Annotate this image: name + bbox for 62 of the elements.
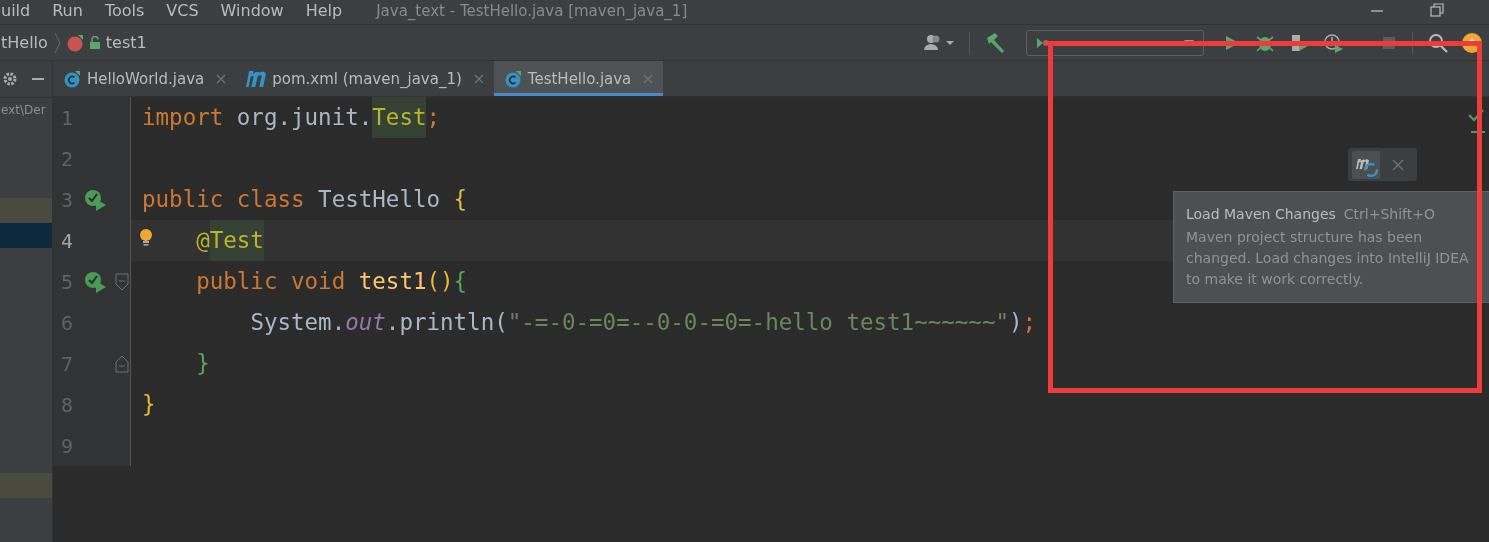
editor-tab[interactable]: TestHello.java	[493, 61, 664, 96]
code-token: }	[142, 390, 156, 419]
menu-item[interactable]: uild	[1, 0, 31, 22]
code-token: import	[142, 103, 225, 132]
code-token: Test	[209, 220, 264, 261]
tooltip-title: Load Maven Changes	[1186, 205, 1336, 224]
window-title: Java_text - TestHello.java [maven_java_1]	[376, 1, 688, 22]
code-token: @	[196, 226, 210, 255]
menu-item[interactable]: Window	[220, 0, 284, 22]
restore-icon[interactable]	[1429, 2, 1445, 18]
breadcrumb[interactable]: test1	[65, 33, 147, 52]
editor-tab[interactable]: HelloWorld.java	[53, 61, 237, 96]
users-icon[interactable]	[923, 32, 955, 53]
fold-icon[interactable]	[115, 272, 129, 291]
code-token: "-=-0-=0=--0-0-=0=-hello test1~~~~~~"	[507, 308, 1009, 337]
menu-item[interactable]: Tools	[104, 0, 145, 22]
code-token: out	[345, 308, 386, 337]
class-icon	[63, 69, 81, 88]
code-token: ;	[1022, 308, 1037, 337]
run-config-dropdown[interactable]	[1026, 29, 1204, 56]
editor-tab[interactable]: pom.xml (maven_java_1)	[236, 61, 494, 96]
shortcut-text: Ctrl+Shift+O	[1343, 205, 1436, 224]
tree-row[interactable]: ext\Der	[0, 98, 52, 123]
run-test-icon[interactable]	[84, 188, 108, 211]
menu-item[interactable]: Run	[52, 0, 83, 22]
line-number: 4	[59, 228, 73, 253]
code-token: org.junit.	[236, 103, 373, 132]
code-token: {	[453, 185, 468, 214]
lightbulb-icon[interactable]	[139, 228, 153, 248]
fold-icon[interactable]	[115, 354, 129, 373]
code-token: ()	[426, 267, 454, 296]
search-icon[interactable]	[1427, 31, 1449, 54]
code-token: }	[196, 349, 210, 378]
maven-icon	[246, 70, 267, 87]
code-token: public class	[142, 185, 306, 214]
code-token: public void	[196, 267, 347, 296]
breadcrumb[interactable]: tHello	[1, 33, 48, 52]
close-icon[interactable]	[216, 73, 227, 84]
load-maven-button[interactable]	[1352, 150, 1380, 179]
hammer-icon[interactable]	[984, 31, 1006, 54]
check-icon	[1467, 107, 1485, 135]
code-token: test1	[358, 267, 427, 296]
code-token: .println(	[385, 308, 508, 337]
chevron-icon	[53, 31, 62, 54]
method-icon	[65, 33, 84, 52]
code-token: TestHello	[318, 185, 442, 214]
close-icon[interactable]	[1392, 158, 1404, 171]
lock-icon	[87, 35, 102, 50]
menu-item[interactable]: VCS	[166, 0, 199, 22]
code-token: ;	[426, 103, 441, 132]
settings-icon[interactable]	[2, 71, 18, 87]
update-icon[interactable]	[1461, 31, 1483, 54]
tooltip-text: Maven project structure has been changed. Load changes into IntelliJ IDEA to make it work correctly.	[1186, 228, 1470, 289]
code-token: {	[453, 267, 468, 296]
code-token: )	[1009, 308, 1023, 337]
menu-item[interactable]: Help	[305, 0, 343, 22]
run-test-icon[interactable]	[84, 270, 108, 293]
close-icon[interactable]	[473, 73, 484, 84]
class-icon	[503, 69, 522, 88]
profiler-icon[interactable]	[1322, 31, 1344, 54]
code-token: System.	[250, 308, 346, 337]
code-token: Test	[372, 97, 427, 138]
